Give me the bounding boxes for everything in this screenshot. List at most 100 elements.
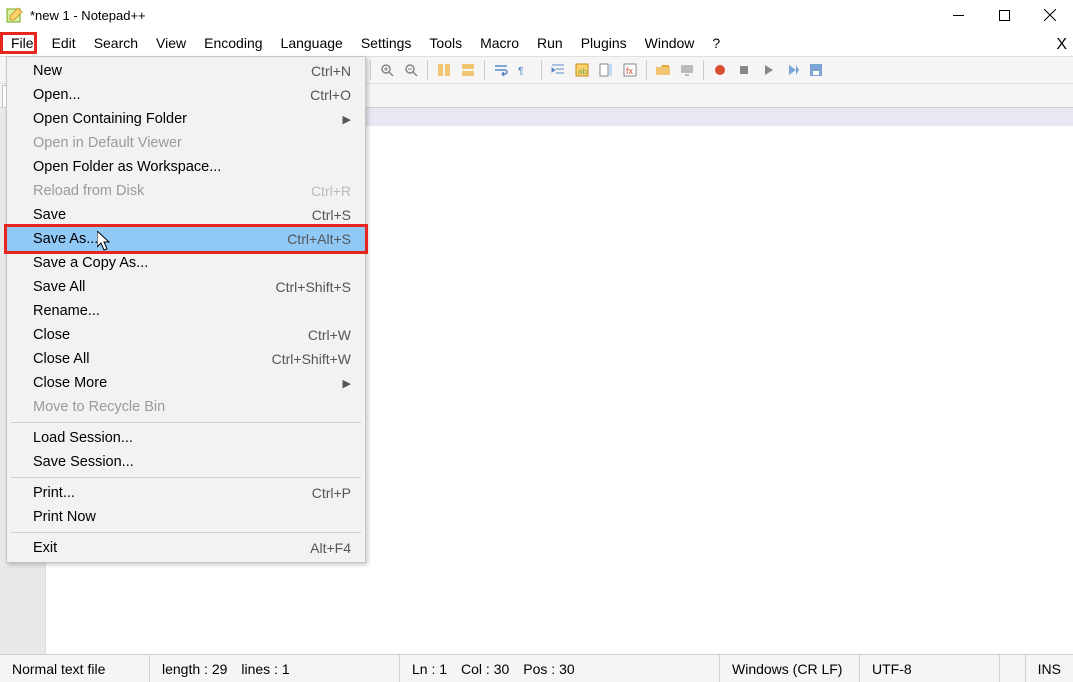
file-menu-save-as[interactable]: Save As... Ctrl+Alt+S	[7, 227, 365, 251]
window-title: *new 1 - Notepad++	[30, 8, 935, 23]
status-encoding[interactable]: UTF-8	[860, 655, 1000, 682]
status-spacer	[1000, 655, 1026, 682]
menu-item-label: Open in Default Viewer	[33, 135, 182, 151]
menu-run[interactable]: Run	[528, 32, 572, 54]
stop-icon[interactable]	[733, 59, 755, 81]
menu-file[interactable]: File	[2, 32, 43, 54]
menu-item-label: Save a Copy As...	[33, 255, 148, 271]
file-menu-exit[interactable]: Exit Alt+F4	[7, 536, 365, 560]
file-menu-load-session[interactable]: Load Session...	[7, 426, 365, 450]
file-menu-open-containing-folder[interactable]: Open Containing Folder▶	[7, 107, 365, 131]
submenu-arrow-icon: ▶	[343, 113, 351, 126]
toolbar-separator	[427, 60, 428, 80]
file-menu-move-to-recycle-bin: Move to Recycle Bin	[7, 395, 365, 419]
function-list-icon[interactable]: fx	[619, 59, 641, 81]
status-eol[interactable]: Windows (CR LF)	[720, 655, 860, 682]
file-menu-close-more[interactable]: Close More▶	[7, 371, 365, 395]
menu-item-shortcut: Ctrl+S	[312, 207, 351, 223]
wordwrap-icon[interactable]	[490, 59, 512, 81]
menu-item-shortcut: Alt+F4	[310, 540, 351, 556]
menu-macro[interactable]: Macro	[471, 32, 528, 54]
menu-search[interactable]: Search	[85, 32, 147, 54]
menu-window[interactable]: Window	[636, 32, 704, 54]
minimize-button[interactable]	[935, 0, 981, 30]
menu-item-shortcut: Ctrl+R	[311, 183, 351, 199]
record-icon[interactable]	[709, 59, 731, 81]
window-controls	[935, 0, 1073, 30]
file-dropdown-menu: NewCtrl+N Open... Ctrl+O Open Containing Fo…	[6, 56, 366, 563]
menu-item-label: Move to Recycle Bin	[33, 399, 165, 415]
svg-text:ab: ab	[578, 67, 587, 76]
status-length: length : 29	[162, 661, 227, 677]
svg-text:¶: ¶	[518, 66, 523, 77]
indent-guide-icon[interactable]	[547, 59, 569, 81]
menu-item-label: Close	[33, 327, 70, 343]
file-menu-open[interactable]: Open... Ctrl+O	[7, 83, 365, 107]
menu-bar: File Edit Search View Encoding Language …	[0, 30, 1073, 56]
menu-item-label: Save	[33, 207, 66, 223]
menu-encoding[interactable]: Encoding	[195, 32, 271, 54]
file-menu-print[interactable]: Print...Ctrl+P	[7, 481, 365, 505]
file-menu-save-all[interactable]: Save All Ctrl+Shift+S	[7, 275, 365, 299]
svg-text:fx: fx	[626, 66, 634, 76]
file-menu-save-a-copy-as[interactable]: Save a Copy As...	[7, 251, 365, 275]
menu-item-shortcut: Ctrl+P	[312, 485, 351, 501]
file-menu-save[interactable]: Save Ctrl+S	[7, 203, 365, 227]
status-pos: Pos : 30	[523, 661, 574, 677]
menu-language[interactable]: Language	[272, 32, 352, 54]
zoom-in-icon[interactable]	[376, 59, 398, 81]
status-insert-mode[interactable]: INS	[1026, 655, 1073, 682]
replay-icon[interactable]	[781, 59, 803, 81]
zoom-out-icon[interactable]	[400, 59, 422, 81]
menu-view[interactable]: View	[147, 32, 195, 54]
menu-item-label: Load Session...	[33, 430, 133, 446]
file-menu-save-session[interactable]: Save Session...	[7, 450, 365, 474]
menu-item-shortcut: Ctrl+W	[308, 327, 351, 343]
status-doc-stats: length : 29 lines : 1	[150, 655, 400, 682]
menu-item-shortcut: Ctrl+O	[310, 87, 351, 103]
status-filetype: Normal text file	[0, 655, 150, 682]
maximize-button[interactable]	[981, 0, 1027, 30]
menu-settings[interactable]: Settings	[352, 32, 421, 54]
menu-item-label: Exit	[33, 540, 57, 556]
menu-edit[interactable]: Edit	[43, 32, 85, 54]
file-menu-open-in-default-viewer: Open in Default Viewer	[7, 131, 365, 155]
file-menu-rename[interactable]: Rename...	[7, 299, 365, 323]
menu-item-shortcut: Ctrl+Shift+S	[276, 279, 351, 295]
tab-close-x[interactable]: X	[1056, 36, 1067, 54]
close-button[interactable]	[1027, 0, 1073, 30]
doc-map-icon[interactable]	[595, 59, 617, 81]
menu-item-label: New	[33, 63, 62, 79]
menu-item-label: Print Now	[33, 509, 96, 525]
file-menu-reload-from-disk: Reload from Disk Ctrl+R	[7, 179, 365, 203]
title-bar: *new 1 - Notepad++	[0, 0, 1073, 30]
toolbar-separator	[646, 60, 647, 80]
menu-plugins[interactable]: Plugins	[572, 32, 636, 54]
menu-item-label: Open...	[33, 87, 81, 103]
menu-tools[interactable]: Tools	[420, 32, 471, 54]
file-menu-close-all[interactable]: Close All Ctrl+Shift+W	[7, 347, 365, 371]
menu-item-label: Rename...	[33, 303, 100, 319]
sync-h-icon[interactable]	[457, 59, 479, 81]
file-menu-print-now[interactable]: Print Now	[7, 505, 365, 529]
menu-item-label: Save As...	[33, 231, 98, 247]
menu-item-label: Open Folder as Workspace...	[33, 159, 221, 175]
status-lines: lines : 1	[241, 661, 289, 677]
play-icon[interactable]	[757, 59, 779, 81]
status-ln: Ln : 1	[412, 661, 447, 677]
folder-icon[interactable]	[652, 59, 674, 81]
menu-item-label: Save All	[33, 279, 85, 295]
file-menu-close[interactable]: Close Ctrl+W	[7, 323, 365, 347]
menu-item-shortcut: Ctrl+Shift+W	[272, 351, 351, 367]
lang-icon[interactable]: ab	[571, 59, 593, 81]
file-menu-new[interactable]: NewCtrl+N	[7, 59, 365, 83]
sync-v-icon[interactable]	[433, 59, 455, 81]
monitor-icon[interactable]	[676, 59, 698, 81]
menu-help[interactable]: ?	[703, 32, 729, 54]
menu-item-label: Close All	[33, 351, 89, 367]
menu-item-shortcut: Ctrl+Alt+S	[287, 231, 351, 247]
file-menu-open-folder-as-workspace[interactable]: Open Folder as Workspace...	[7, 155, 365, 179]
all-chars-icon[interactable]: ¶	[514, 59, 536, 81]
menu-item-label: Reload from Disk	[33, 183, 144, 199]
save-macro-icon[interactable]	[805, 59, 827, 81]
